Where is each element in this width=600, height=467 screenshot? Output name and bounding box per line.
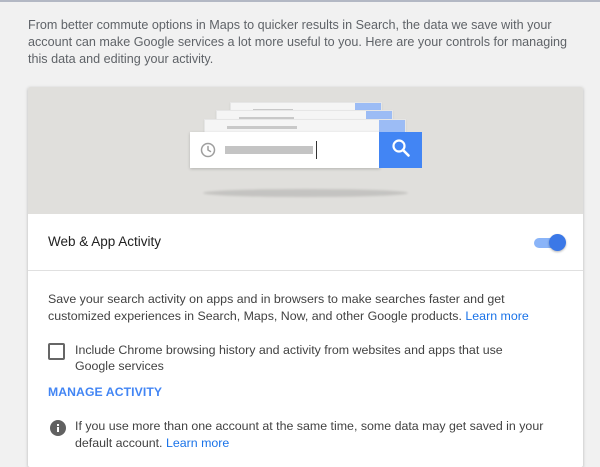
info-learn-more-link[interactable]: Learn more xyxy=(166,436,229,450)
search-button xyxy=(379,132,422,168)
intro-text: From better commute options in Maps to q… xyxy=(28,18,568,66)
toggle-thumb xyxy=(549,234,566,251)
text-caret xyxy=(316,141,317,159)
learn-more-link[interactable]: Learn more xyxy=(465,309,528,323)
manage-activity-link[interactable]: MANAGE ACTIVITY xyxy=(48,385,162,399)
chrome-history-label: Include Chrome browsing history and acti… xyxy=(75,343,503,373)
search-icon xyxy=(391,138,411,163)
info-message: If you use more than one account at the … xyxy=(75,419,544,450)
illustration-shadow xyxy=(203,189,408,197)
web-app-activity-toggle[interactable] xyxy=(532,234,566,252)
info-icon xyxy=(50,420,66,436)
clock-icon xyxy=(200,142,216,158)
chrome-history-checkbox[interactable] xyxy=(48,343,65,360)
query-placeholder-bar xyxy=(225,146,313,154)
activity-card: Web & App Activity Save your search acti… xyxy=(28,87,583,467)
illustration-search-box xyxy=(190,132,380,168)
hero-illustration xyxy=(28,87,583,214)
web-app-activity-row: Web & App Activity xyxy=(28,214,583,271)
top-divider xyxy=(0,0,600,2)
info-text: If you use more than one account at the … xyxy=(75,418,563,452)
setting-description-text: Save your search activity on apps and in… xyxy=(48,292,505,323)
setting-description: Save your search activity on apps and in… xyxy=(48,291,553,325)
setting-title: Web & App Activity xyxy=(48,234,162,249)
